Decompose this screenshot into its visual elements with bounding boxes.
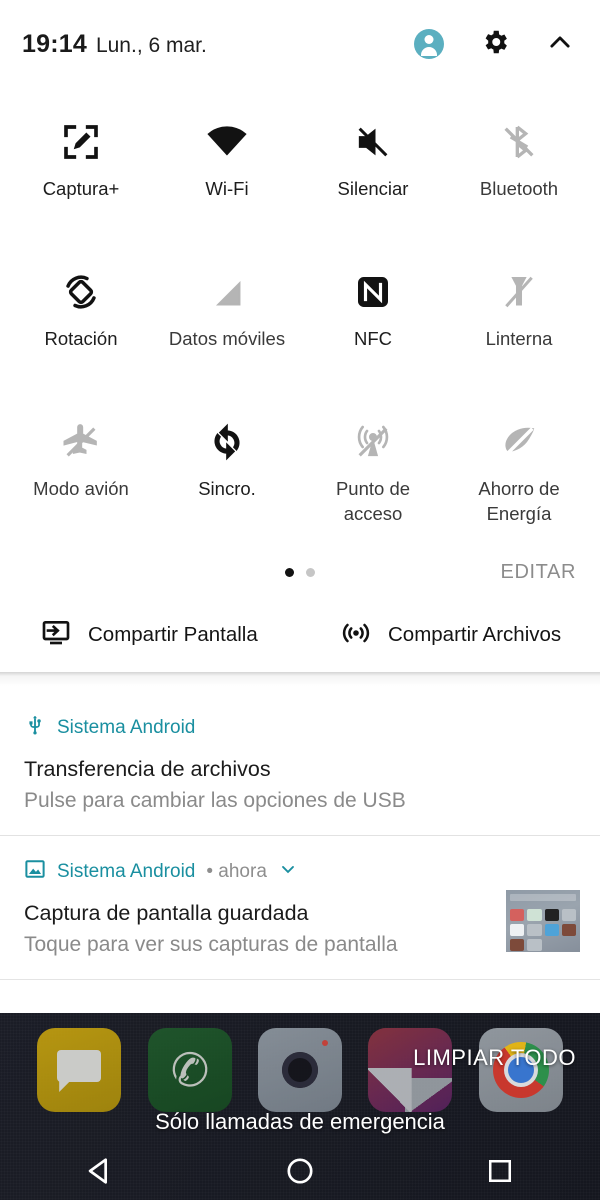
carrier-status-text: Sólo llamadas de emergencia [155, 1109, 445, 1134]
page-indicator [0, 567, 600, 577]
clock-date-group: 19:14 Lun., 6 mar. [22, 30, 414, 59]
chevron-up-icon[interactable] [546, 28, 574, 61]
mobile-data-off-icon [208, 266, 246, 318]
auto-rotate-icon [60, 266, 102, 318]
notification-list-end [0, 979, 600, 980]
qs-tile-modo-avion[interactable]: Modo avión [8, 396, 154, 546]
wifi-icon [206, 116, 248, 168]
qs-tile-bluetooth[interactable]: Bluetooth [446, 96, 592, 246]
user-avatar[interactable] [414, 29, 444, 59]
usb-icon [24, 714, 46, 741]
panel-divider-shadow [0, 672, 600, 692]
file-share-icon [340, 617, 372, 654]
qs-tile-label: Ahorro de Energía [478, 478, 560, 524]
capture-plus-icon [61, 116, 101, 168]
image-icon [24, 858, 46, 885]
qs-tile-label: Captura+ [42, 178, 120, 199]
screenshot-preview-image [506, 890, 580, 952]
shade-header: 19:14 Lun., 6 mar. [0, 0, 600, 88]
chevron-down-icon[interactable] [278, 859, 298, 884]
page-dot-1[interactable] [285, 567, 294, 577]
qs-tile-label: Punto de acceso [335, 478, 411, 524]
qs-tile-datos-moviles[interactable]: Datos móviles [154, 246, 300, 396]
qs-tile-wifi[interactable]: Wi-Fi [154, 96, 300, 246]
back-button[interactable] [70, 1149, 130, 1193]
qs-tile-label: Wi-Fi [205, 178, 249, 199]
qs-tile-label: NFC [353, 328, 393, 349]
home-button[interactable] [270, 1149, 330, 1193]
camera-app-icon[interactable] [257, 1028, 342, 1112]
qs-tile-rotacion[interactable]: Rotación [8, 246, 154, 396]
notification-header: Sistema Android • ahora [24, 858, 578, 885]
notification-body: Pulse para cambiar las opciones de USB [24, 789, 406, 812]
share-screen-label: Compartir Pantalla [88, 623, 258, 646]
navigation-bar [0, 1142, 600, 1200]
qs-tile-label: Linterna [485, 328, 553, 349]
volume-mute-icon [353, 116, 393, 168]
sync-icon [207, 416, 247, 468]
notification-item[interactable]: Sistema Android Transferencia de archivo… [0, 692, 600, 835]
qs-tile-label: Silenciar [337, 178, 409, 199]
share-screen-button[interactable]: Compartir Pantalla [0, 617, 300, 654]
notification-app-name: Sistema Android [57, 716, 196, 738]
notification-title: Captura de pantalla guardada [24, 901, 309, 925]
messages-app-icon[interactable] [37, 1028, 122, 1112]
qs-tile-label: Rotación [44, 328, 118, 349]
share-files-button[interactable]: Compartir Archivos [300, 617, 600, 654]
battery-saver-off-icon [499, 416, 539, 468]
qs-tile-ahorro-energia[interactable]: Ahorro de Energía [446, 396, 592, 546]
notification-shade: 19:14 Lun., 6 mar. Captura+ Wi-Fi Silenc… [0, 0, 600, 1013]
recents-button[interactable] [470, 1149, 530, 1193]
qs-tile-label: Modo avión [33, 478, 129, 499]
page-dot-2[interactable] [306, 567, 315, 577]
hotspot-off-icon [353, 416, 393, 468]
qs-tile-label: Datos móviles [168, 328, 286, 349]
qs-tile-sincro[interactable]: Sincro. [154, 396, 300, 546]
notification-body: Toque para ver sus capturas de pantalla [24, 933, 398, 956]
clear-all-button[interactable]: LIMPIAR TODO [413, 1045, 576, 1071]
qs-pager-row: EDITAR [0, 546, 600, 598]
bluetooth-off-icon [499, 116, 539, 168]
airplane-off-icon [61, 416, 101, 468]
screen-share-icon [40, 617, 72, 654]
flashlight-off-icon [500, 266, 538, 318]
qs-tile-linterna[interactable]: Linterna [446, 246, 592, 396]
share-files-label: Compartir Archivos [388, 623, 562, 646]
notification-item[interactable]: Sistema Android • ahora Captura de panta… [0, 835, 600, 979]
qs-tile-punto-de-acceso[interactable]: Punto de acceso [300, 396, 446, 546]
qs-tile-nfc[interactable]: NFC [300, 246, 446, 396]
status-clock: 19:14 [22, 29, 87, 58]
qs-tile-captura[interactable]: Captura+ [8, 96, 154, 246]
share-row: Compartir Pantalla Compartir Archivos [0, 598, 600, 672]
status-date: Lun., 6 mar. [95, 33, 207, 57]
qs-tile-label: Sincro. [198, 478, 256, 499]
notification-thumbnail[interactable] [506, 890, 580, 952]
notification-timestamp: • ahora [206, 860, 267, 882]
notification-title: Transferencia de archivos [24, 757, 271, 781]
notification-header: Sistema Android [24, 714, 578, 741]
phone-app-icon[interactable] [147, 1028, 232, 1112]
qs-tile-silenciar[interactable]: Silenciar [300, 96, 446, 246]
notification-app-name: Sistema Android [57, 860, 196, 882]
qs-tile-label: Bluetooth [479, 178, 559, 199]
quick-settings-grid: Captura+ Wi-Fi Silenciar Bluetooth Rotac… [0, 88, 600, 546]
nfc-icon [355, 266, 391, 318]
gear-icon[interactable] [480, 27, 510, 62]
header-icon-group [414, 27, 574, 62]
